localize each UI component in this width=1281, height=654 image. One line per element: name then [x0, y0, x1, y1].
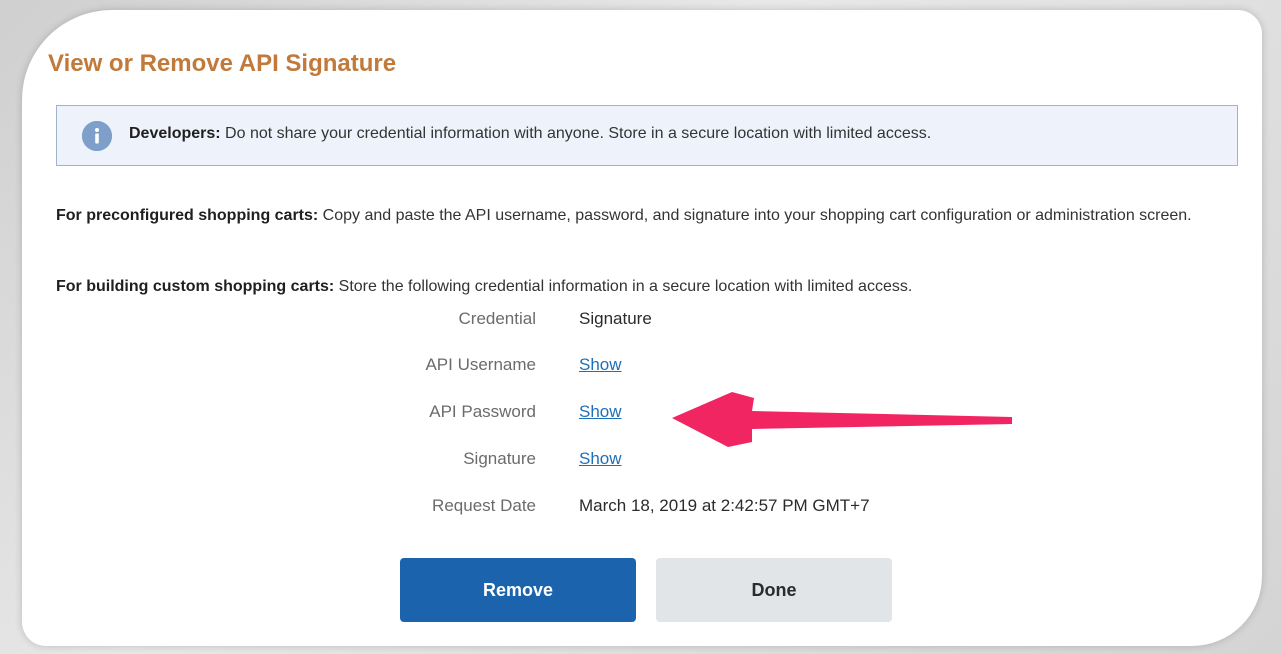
- credential-row: Credential Signature: [56, 309, 856, 333]
- preconfigured-label: For preconfigured shopping carts:: [56, 207, 319, 224]
- preconfigured-paragraph: For preconfigured shopping carts: Copy a…: [56, 202, 1226, 230]
- info-icon: [82, 121, 112, 151]
- request-date-value: March 18, 2019 at 2:42:57 PM GMT+7: [579, 496, 870, 515]
- custom-label: For building custom shopping carts:: [56, 278, 335, 295]
- developer-notice: Developers: Do not share your credential…: [56, 105, 1238, 166]
- show-password-link[interactable]: Show: [579, 402, 622, 422]
- notice-text: Developers: Do not share your credential…: [129, 125, 931, 143]
- preconfigured-text: Copy and paste the API username, passwor…: [318, 207, 1192, 224]
- api-username-row: API Username Show: [56, 355, 856, 379]
- arrow-left-icon: [672, 392, 1012, 447]
- done-button[interactable]: Done: [656, 558, 892, 622]
- notice-body: Do not share your credential information…: [220, 125, 932, 142]
- credential-label: Credential: [458, 309, 537, 328]
- request-date-label: Request Date: [432, 496, 536, 515]
- request-date-row: Request Date March 18, 2019 at 2:42:57 P…: [56, 496, 870, 520]
- api-username-label: API Username: [425, 355, 536, 374]
- show-username-link[interactable]: Show: [579, 355, 622, 375]
- api-password-label: API Password: [429, 402, 536, 421]
- custom-paragraph: For building custom shopping carts: Stor…: [56, 273, 1226, 301]
- show-signature-link[interactable]: Show: [579, 449, 622, 469]
- page-card: View or Remove API Signature Developers:…: [22, 10, 1262, 646]
- screenshot-frame: View or Remove API Signature Developers:…: [0, 0, 1281, 654]
- remove-button[interactable]: Remove: [400, 558, 636, 622]
- credential-value: Signature: [579, 309, 652, 328]
- page-content: View or Remove API Signature Developers:…: [48, 10, 1246, 646]
- page-title: View or Remove API Signature: [48, 50, 397, 77]
- custom-text: Store the following credential informati…: [334, 278, 913, 295]
- notice-label: Developers:: [129, 125, 221, 142]
- signature-label: Signature: [463, 449, 536, 468]
